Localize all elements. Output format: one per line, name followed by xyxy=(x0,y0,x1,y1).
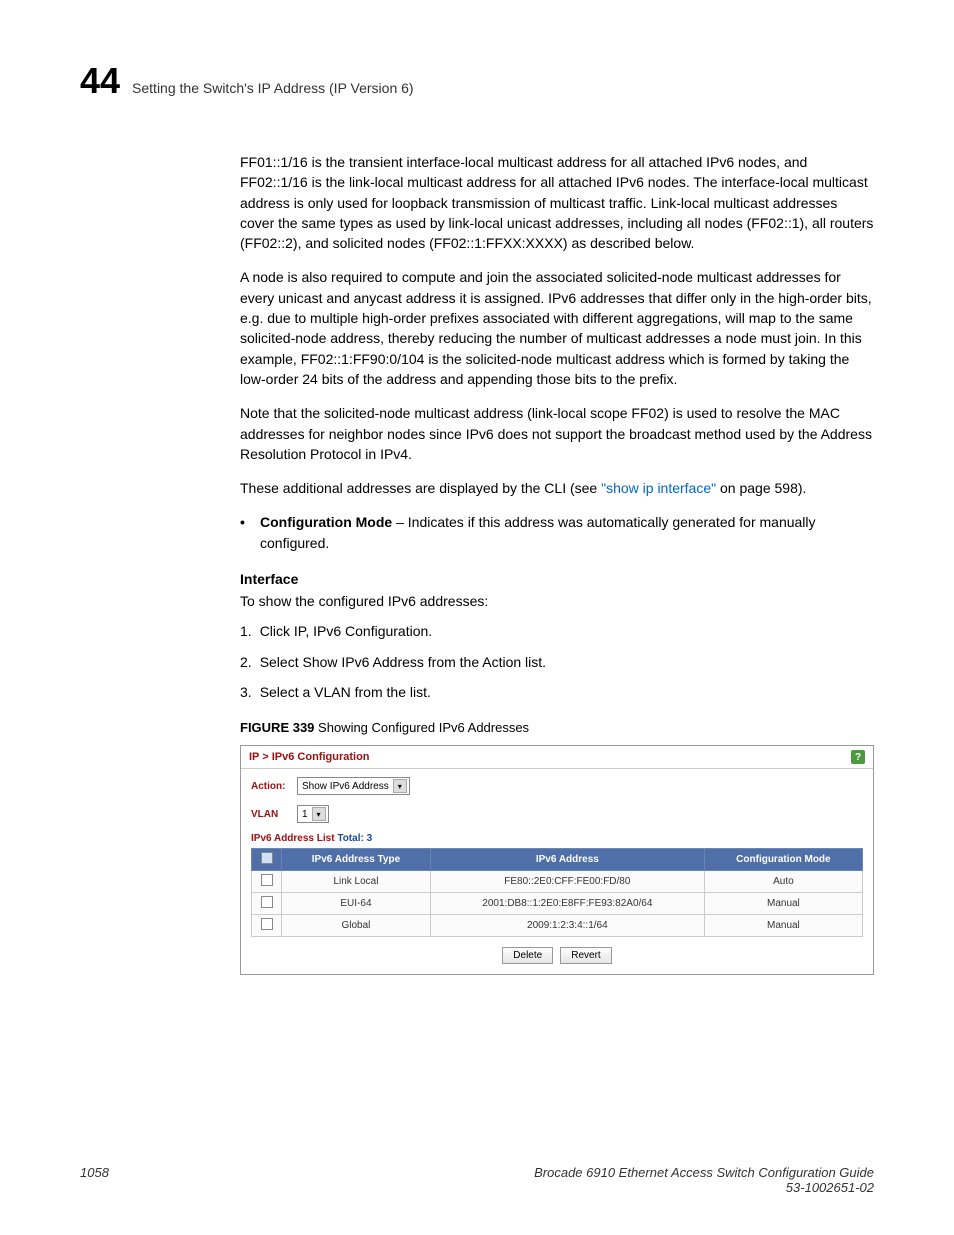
table-row: Link Local FE80::2E0:CFF:FE00:FD/80 Auto xyxy=(252,871,863,893)
table-row: EUI-64 2001:DB8::1:2E0:E8FF:FE93:82A0/64… xyxy=(252,893,863,915)
col-config-mode: Configuration Mode xyxy=(704,849,862,871)
interface-intro: To show the configured IPv6 addresses: xyxy=(240,591,874,611)
interface-heading: Interface xyxy=(240,571,874,587)
vlan-select[interactable]: 1 ▾ xyxy=(297,805,329,823)
figure-label: FIGURE 339 xyxy=(240,720,314,735)
cell-mode: Auto xyxy=(704,871,862,893)
chapter-number: 44 xyxy=(80,60,120,102)
page-number: 1058 xyxy=(80,1165,109,1195)
row-checkbox[interactable] xyxy=(261,874,273,886)
para-1: FF01::1/16 is the transient interface-lo… xyxy=(240,152,874,253)
para-4-b: on page 598). xyxy=(716,480,806,496)
col-addr: IPv6 Address xyxy=(430,849,704,871)
row-checkbox[interactable] xyxy=(261,918,273,930)
para-4-a: These additional addresses are displayed… xyxy=(240,480,601,496)
cell-type: Global xyxy=(282,915,431,937)
action-select[interactable]: Show IPv6 Address ▾ xyxy=(297,777,410,795)
cell-addr: FE80::2E0:CFF:FE00:FD/80 xyxy=(430,871,704,893)
action-label: Action: xyxy=(251,781,289,792)
show-ip-interface-link[interactable]: "show ip interface" xyxy=(601,480,716,496)
figure-caption: Showing Configured IPv6 Addresses xyxy=(318,720,529,735)
cell-type: Link Local xyxy=(282,871,431,893)
bullet-text: Configuration Mode – Indicates if this a… xyxy=(260,512,874,553)
row-checkbox[interactable] xyxy=(261,896,273,908)
step-1: Click IP, IPv6 Configuration. xyxy=(260,621,433,641)
config-panel: IP > IPv6 Configuration ? Action: Show I… xyxy=(240,745,874,975)
help-icon[interactable]: ? xyxy=(851,750,865,764)
cell-mode: Manual xyxy=(704,915,862,937)
step-2: Select Show IPv6 Address from the Action… xyxy=(260,652,546,672)
delete-button[interactable]: Delete xyxy=(502,947,553,964)
list-title: IPv6 Address List xyxy=(251,833,337,844)
chevron-down-icon: ▾ xyxy=(312,807,326,821)
col-addr-type: IPv6 Address Type xyxy=(282,849,431,871)
ipv6-address-table: IPv6 Address Type IPv6 Address Configura… xyxy=(251,848,863,937)
page-header-title: Setting the Switch's IP Address (IP Vers… xyxy=(132,80,414,96)
step-3-num: 3. xyxy=(240,682,252,702)
breadcrumb: IP > IPv6 Configuration xyxy=(249,751,370,763)
para-3: Note that the solicited-node multicast a… xyxy=(240,403,874,464)
footer-title: Brocade 6910 Ethernet Access Switch Conf… xyxy=(534,1165,874,1180)
table-row: Global 2009:1:2:3:4::1/64 Manual xyxy=(252,915,863,937)
footer-docnum: 53-1002651-02 xyxy=(786,1180,874,1195)
select-all-checkbox[interactable] xyxy=(261,852,273,864)
cell-type: EUI-64 xyxy=(282,893,431,915)
para-4: These additional addresses are displayed… xyxy=(240,478,874,498)
revert-button[interactable]: Revert xyxy=(560,947,611,964)
action-select-value: Show IPv6 Address xyxy=(302,781,389,792)
para-2: A node is also required to compute and j… xyxy=(240,267,874,389)
vlan-label: VLAN xyxy=(251,809,289,820)
cell-addr: 2009:1:2:3:4::1/64 xyxy=(430,915,704,937)
vlan-select-value: 1 xyxy=(302,809,308,820)
chevron-down-icon: ▾ xyxy=(393,779,407,793)
bullet-label: Configuration Mode xyxy=(260,514,392,530)
cell-mode: Manual xyxy=(704,893,862,915)
bullet-dot-icon: • xyxy=(240,512,250,553)
cell-addr: 2001:DB8::1:2E0:E8FF:FE93:82A0/64 xyxy=(430,893,704,915)
step-1-num: 1. xyxy=(240,621,252,641)
step-3: Select a VLAN from the list. xyxy=(260,682,431,702)
step-2-num: 2. xyxy=(240,652,252,672)
list-total: Total: 3 xyxy=(337,833,372,844)
